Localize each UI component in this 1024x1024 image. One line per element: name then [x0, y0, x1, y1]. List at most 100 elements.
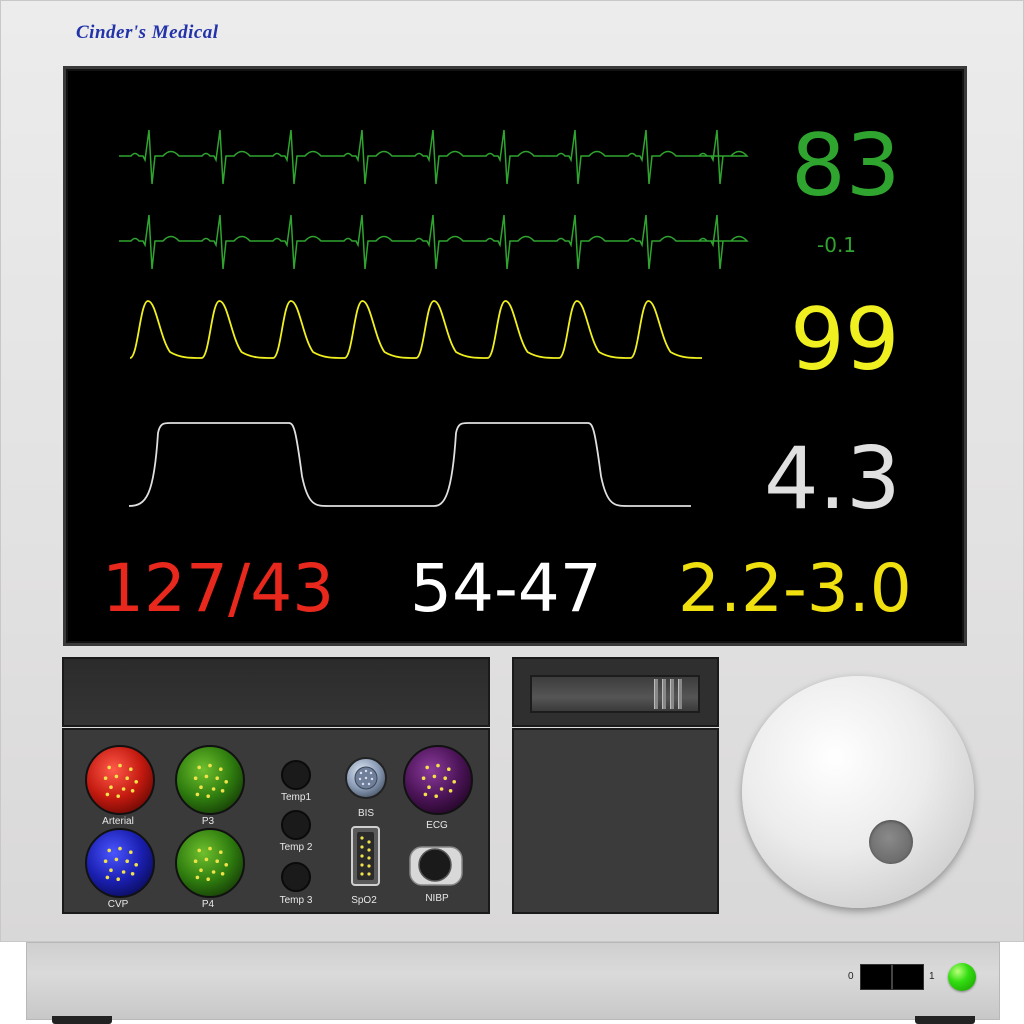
connector-pin: [109, 785, 113, 789]
connector-pin: [367, 848, 371, 852]
connector-pin: [130, 789, 135, 793]
power-switch[interactable]: [860, 964, 924, 990]
connector-pin: [204, 857, 209, 862]
connector-pin: [364, 776, 368, 780]
connector-pin: [360, 863, 364, 867]
connector-pin: [107, 765, 111, 770]
connector-pin: [361, 782, 365, 786]
connector-pin: [219, 767, 223, 771]
blood-pressure-value: 127/43: [102, 550, 335, 627]
rotary-knob-icon[interactable]: [742, 676, 974, 908]
heart-rate-value: 83: [791, 116, 901, 216]
p3-connector-icon[interactable]: [175, 745, 245, 815]
connector-pin: [193, 859, 198, 863]
knob-grip-icon[interactable]: [869, 820, 913, 864]
ecg-waveform-2: [119, 214, 749, 270]
power-off-label: 0: [848, 971, 854, 982]
connector-pin: [367, 840, 371, 844]
module-slot[interactable]: [530, 675, 700, 713]
ecg-connector-icon[interactable]: [403, 745, 473, 815]
port-panel-cover: [62, 657, 490, 727]
p4-connector-icon[interactable]: [175, 828, 245, 898]
connector-pin: [447, 767, 451, 771]
connector-pin: [129, 767, 133, 771]
connector-pin: [360, 845, 364, 849]
connector-pin: [206, 794, 210, 798]
connector-pin: [118, 846, 122, 851]
module-bay: [512, 728, 719, 914]
connector-pin: [211, 787, 216, 791]
connector-pin: [360, 836, 364, 840]
connector-pin: [197, 848, 201, 853]
slot-grip: [662, 679, 666, 709]
spo2-value: 99: [790, 290, 900, 390]
connector-pin: [107, 848, 111, 853]
nibp-connector-hole: [418, 848, 452, 882]
connector-pin: [197, 765, 201, 770]
arterial-label: Arterial: [102, 816, 134, 827]
foot-left: [52, 1016, 112, 1024]
connector-pin: [134, 863, 138, 867]
connector-pin: [448, 789, 453, 793]
slot-grip: [678, 679, 682, 709]
nibp-label: NIBP: [425, 893, 449, 904]
connector-pin: [195, 875, 200, 880]
connector-pin: [224, 863, 228, 867]
port-panel: Arterial P3 CVP P4 Temp1 Temp 2 Temp 3 B…: [62, 728, 490, 914]
connector-pin: [367, 856, 371, 860]
p4-label: P4: [201, 899, 215, 910]
spo2-label: SpO2: [351, 895, 377, 906]
cvp-connector-icon[interactable]: [85, 828, 155, 898]
gas-range-value: 2.2-3.0: [678, 550, 912, 627]
bis-label: BIS: [357, 808, 375, 819]
monitor-screen: 83 -0.1 99 4.3 127/43 54-47 2.2-3.0: [63, 66, 967, 646]
connector-pin: [121, 787, 126, 791]
spo2-pleth-waveform: [129, 300, 703, 359]
connector-pin: [359, 771, 363, 775]
connector-pin: [423, 792, 428, 797]
connector-pin: [452, 780, 457, 784]
arterial-connector-icon[interactable]: [85, 745, 155, 815]
foot-right: [915, 1016, 975, 1024]
connector-pin: [369, 771, 373, 775]
connector-pin: [436, 763, 440, 768]
connector-pin: [125, 859, 129, 863]
brand-logo: Cinder's Medical: [76, 22, 219, 43]
connector-pin: [432, 774, 437, 779]
connector-pin: [367, 872, 371, 876]
connector-pin: [358, 777, 362, 781]
connector-pin: [114, 857, 119, 862]
temp2-label: Temp 2: [279, 842, 313, 853]
connector-pin: [360, 854, 364, 858]
connector-pin: [367, 864, 371, 868]
connector-pin: [370, 777, 374, 781]
power-on-label: 1: [929, 971, 935, 982]
connector-pin: [421, 776, 426, 780]
temp3-jack-icon[interactable]: [281, 862, 311, 892]
etco2-value: 4.3: [764, 429, 901, 529]
bis-range-value: 54-47: [410, 550, 602, 627]
connector-pin: [224, 780, 228, 784]
ecg-waveform-1: [119, 129, 749, 185]
connector-pin: [114, 774, 119, 779]
connector-pin: [121, 870, 126, 874]
ecg-label: ECG: [426, 820, 448, 831]
module-slot-panel: [512, 657, 719, 727]
connector-pin: [116, 794, 120, 798]
connector-pin: [443, 776, 448, 780]
connector-pin: [125, 776, 129, 780]
connector-pin: [367, 782, 371, 786]
temp1-jack-icon[interactable]: [281, 760, 311, 790]
connector-pin: [364, 769, 368, 773]
connector-pin: [208, 763, 212, 768]
connector-pin: [220, 789, 225, 793]
connector-pin: [195, 792, 200, 797]
connector-pin: [116, 877, 120, 881]
connector-pin: [103, 859, 108, 863]
connector-pin: [434, 794, 439, 798]
connector-pin: [134, 780, 138, 784]
spo2-connector-inner: [357, 832, 374, 880]
temp2-jack-icon[interactable]: [281, 810, 311, 840]
temp1-label: Temp1: [280, 792, 311, 803]
connector-pin: [220, 872, 225, 876]
